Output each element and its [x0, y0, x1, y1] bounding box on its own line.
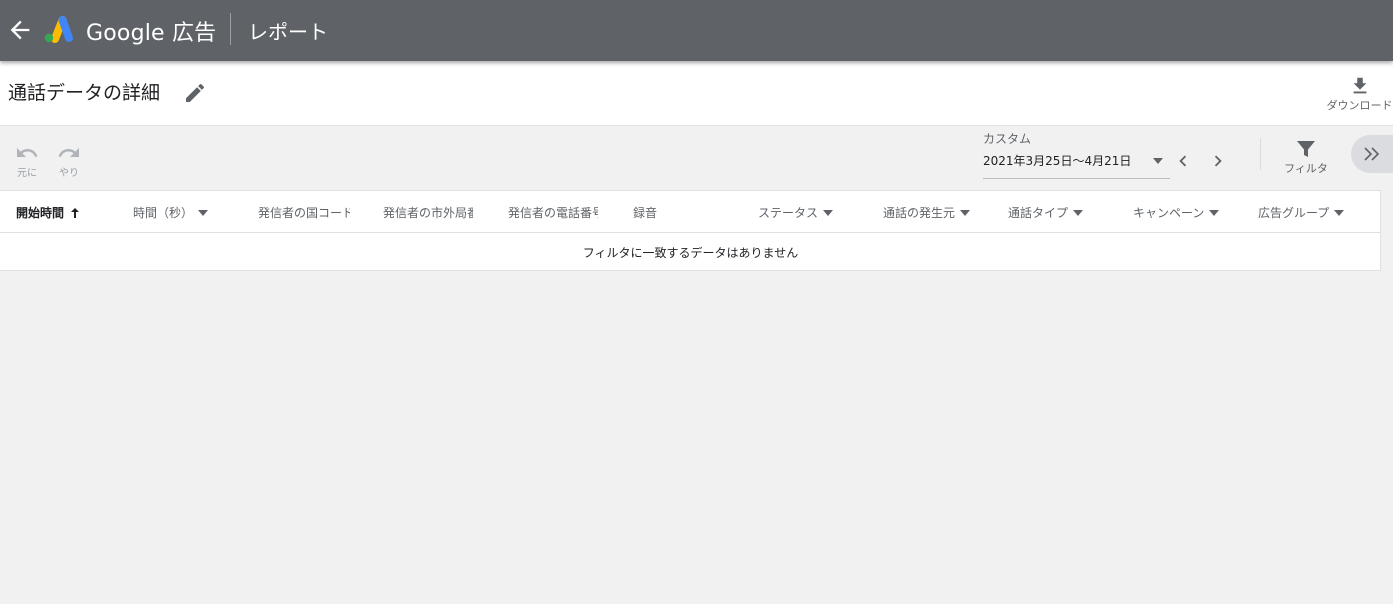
column-header-recording[interactable]: 録音: [633, 204, 723, 221]
appbar-divider: [230, 13, 231, 45]
empty-message: フィルタに一致するデータはありません: [582, 246, 799, 260]
section-title: レポート: [248, 20, 328, 44]
chevron-left-icon: [1179, 155, 1187, 167]
caret-down-icon: [960, 209, 971, 216]
page-title: 通話データの詳細: [8, 82, 161, 104]
filter-label: フィルタ: [1284, 162, 1328, 175]
caret-down-icon: [823, 209, 834, 216]
undo-button[interactable]: 元に: [10, 143, 44, 179]
double-chevron-right-icon: [1364, 147, 1380, 161]
column-header-campaign[interactable]: キャンペーン: [1133, 204, 1248, 221]
date-range-select[interactable]: 2021年3月25日～4月21日: [983, 150, 1170, 179]
arrow-back-icon: [10, 20, 30, 40]
pencil-icon: [186, 83, 205, 102]
download-label: ダウンロード: [1326, 99, 1393, 112]
column-header-status[interactable]: ステータス: [758, 204, 873, 221]
product-name: Google 広告: [86, 21, 217, 46]
column-header-call-type[interactable]: 通話タイプ: [1008, 204, 1123, 221]
date-range-label: カスタム: [983, 132, 1032, 146]
column-header-ad-group[interactable]: 広告グループ: [1258, 204, 1373, 221]
caret-down-icon: [1334, 209, 1345, 216]
report-title-bar: 通話データの詳細 ダウンロード: [0, 61, 1393, 126]
undo-label: 元に: [17, 168, 37, 179]
expand-panel-button[interactable]: [1351, 135, 1393, 173]
column-header-duration[interactable]: 時間（秒）: [133, 204, 245, 221]
next-period-button[interactable]: [1207, 150, 1229, 172]
caret-down-icon: [198, 209, 209, 216]
caret-down-icon: [1073, 209, 1084, 216]
report-toolbar: 元に やり カスタム 2021年3月25日～4月21日 フィルタ: [0, 126, 1393, 190]
caret-down-icon: [1153, 158, 1163, 164]
table-header: 開始時間 時間（秒） 発信者の国コード 発信者の市外局番 発信者の電話番号 録音…: [0, 191, 1381, 233]
google-ads-logo: [43, 14, 75, 44]
caret-down-icon: [1209, 209, 1220, 216]
column-header-caller-phone-number[interactable]: 発信者の電話番号: [508, 204, 598, 221]
column-header-call-source[interactable]: 通話の発生元: [883, 204, 998, 221]
previous-period-button[interactable]: [1172, 150, 1194, 172]
undo-icon: [17, 148, 38, 157]
filter-icon: [1297, 141, 1315, 157]
redo-label: やり: [59, 168, 79, 179]
call-details-table: 開始時間 時間（秒） 発信者の国コード 発信者の市外局番 発信者の電話番号 録音…: [0, 190, 1381, 271]
column-header-caller-country-code[interactable]: 発信者の国コード: [258, 204, 350, 221]
redo-icon: [58, 148, 79, 157]
column-header-caller-area-code[interactable]: 発信者の市外局番: [383, 204, 473, 221]
date-range-value: 2021年3月25日～4月21日: [983, 154, 1132, 168]
chevron-right-icon: [1214, 155, 1222, 167]
edit-title-button[interactable]: [183, 81, 207, 105]
empty-table-row: フィルタに一致するデータはありません: [0, 232, 1381, 271]
sort-ascending-icon: [71, 207, 80, 218]
back-button[interactable]: [6, 16, 34, 44]
download-button[interactable]: ダウンロード: [1326, 75, 1393, 119]
redo-button[interactable]: やり: [52, 143, 86, 179]
column-header-start-time[interactable]: 開始時間: [16, 204, 124, 221]
filter-button[interactable]: フィルタ: [1280, 139, 1332, 176]
top-app-bar: Google 広告 レポート: [0, 0, 1393, 61]
toolbar-divider: [1260, 138, 1261, 170]
download-icon: [1353, 77, 1366, 94]
